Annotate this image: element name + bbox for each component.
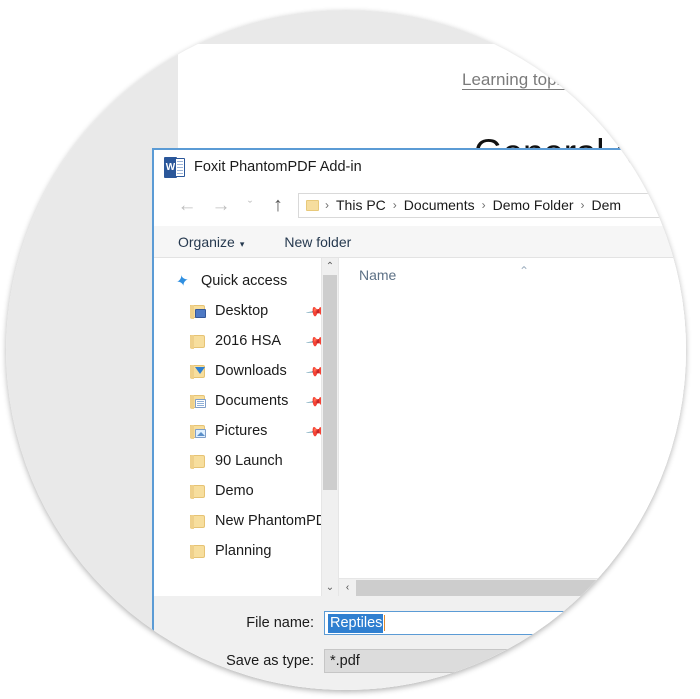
folder-icon	[190, 334, 207, 349]
sidebar-item-label: Downloads	[215, 363, 287, 379]
word-icon: W	[164, 156, 185, 178]
breadcrumb-demo-folder[interactable]: Demo Folder	[493, 197, 574, 213]
documents-icon	[190, 394, 207, 409]
sidebar-item-label: Demo	[215, 483, 254, 499]
sidebar-item-label: New PhantomPD	[215, 513, 327, 529]
forward-arrow-icon[interactable]: →	[204, 196, 238, 215]
save-as-type-label: Save as type:	[226, 653, 314, 669]
scroll-left-icon[interactable]: ‹	[339, 582, 356, 593]
column-header-row: Name ⌃	[339, 258, 686, 292]
scrollbar-thumb[interactable]	[356, 579, 686, 596]
sidebar-item-downloads[interactable]: Downloads 📌	[154, 356, 338, 386]
folder-icon	[190, 454, 207, 469]
sidebar-item-desktop[interactable]: Desktop 📌	[154, 296, 338, 326]
file-name-row: File name: Reptiles	[154, 610, 686, 636]
sidebar-item-label: Planning	[215, 543, 272, 559]
scroll-up-icon[interactable]: ⌃	[322, 258, 338, 275]
save-as-dialog: W Foxit PhantomPDF Add-in ← → ˇ ↑ › This…	[152, 148, 686, 690]
back-arrow-icon[interactable]: ←	[170, 196, 204, 215]
star-icon: ✦	[174, 271, 191, 291]
dialog-footer: File name: Reptiles Save as type: *.pdf	[154, 596, 686, 690]
file-name-input[interactable]: Reptiles	[324, 611, 654, 635]
sidebar-item-label: Pictures	[215, 423, 268, 439]
sidebar-item-label: 90 Launch	[215, 453, 283, 469]
folder-icon	[190, 514, 207, 529]
sidebar-item-pictures[interactable]: Pictures 📌	[154, 416, 338, 446]
file-name-value: Reptiles	[328, 613, 384, 633]
nav-pane-scrollbar[interactable]: ⌃ ⌄	[321, 258, 338, 596]
sidebar-item-90-launch[interactable]: 90 Launch	[154, 446, 338, 476]
sidebar-item-new-phantompdf[interactable]: New PhantomPD	[154, 506, 338, 536]
save-as-type-row: Save as type: *.pdf	[154, 648, 686, 674]
folder-icon	[190, 544, 207, 559]
dialog-toolbar: Organize ▾ New folder	[154, 226, 686, 258]
breadcrumb-separator: ›	[481, 198, 486, 212]
scroll-down-icon[interactable]: ⌄	[322, 579, 338, 596]
dialog-title-bar: W Foxit PhantomPDF Add-in	[154, 150, 686, 184]
sidebar-item-planning[interactable]: Planning	[154, 536, 338, 566]
downloads-icon	[190, 364, 207, 379]
desktop-icon	[190, 304, 207, 319]
breadcrumb-separator: ›	[392, 198, 397, 212]
sidebar-item-label: Documents	[215, 393, 289, 409]
file-list-horizontal-scrollbar[interactable]: ‹	[339, 578, 686, 596]
up-arrow-icon[interactable]: ↑	[262, 195, 294, 215]
sidebar-item-2016-hsa[interactable]: 2016 HSA 📌	[154, 326, 338, 356]
dialog-title-text: Foxit PhantomPDF Add-in	[194, 159, 362, 175]
breadcrumb-separator: ›	[325, 198, 329, 212]
breadcrumb-current[interactable]: Dem	[592, 197, 622, 213]
folder-icon	[306, 199, 319, 211]
sort-ascending-icon: ⌃	[519, 264, 530, 278]
circular-viewport: Learning topic: Provide a General charac…	[6, 10, 686, 690]
dialog-body: ✦ Quick access Desktop 📌 2016 HSA 📌 Down…	[154, 258, 686, 596]
sidebar-item-quick-access[interactable]: ✦ Quick access	[154, 266, 338, 296]
folder-icon	[190, 484, 207, 499]
organize-button[interactable]: Organize ▾	[178, 234, 244, 250]
sidebar-item-label: Quick access	[201, 273, 288, 289]
chevron-down-icon[interactable]: ˇ	[238, 199, 262, 212]
sidebar-item-label: 2016 HSA	[215, 333, 282, 349]
breadcrumb-separator: ›	[580, 198, 585, 212]
sidebar-item-label: Desktop	[215, 303, 269, 319]
sidebar-item-demo[interactable]: Demo	[154, 476, 338, 506]
address-bar[interactable]: › This PC › Documents › Demo Folder › De…	[298, 192, 686, 218]
breadcrumb-documents[interactable]: Documents	[404, 197, 475, 213]
new-folder-button[interactable]: New folder	[284, 234, 351, 250]
scrollbar-thumb[interactable]	[323, 275, 337, 490]
file-list-pane[interactable]: Name ⌃ ‹	[338, 258, 686, 596]
text-cursor	[384, 615, 386, 631]
organize-label: Organize	[178, 233, 235, 250]
screenshot-root: Learning topic: Provide a General charac…	[0, 0, 700, 699]
document-header-text: Learning topic: Provide a	[462, 70, 651, 89]
navigation-bar: ← → ˇ ↑ › This PC › Documents › Demo Fol…	[154, 184, 686, 226]
save-as-type-select[interactable]: *.pdf	[324, 649, 654, 673]
column-header-name[interactable]: Name	[359, 267, 396, 283]
breadcrumb-this-pc[interactable]: This PC	[336, 197, 386, 213]
navigation-pane: ✦ Quick access Desktop 📌 2016 HSA 📌 Down…	[154, 258, 338, 596]
caret-down-icon: ▾	[239, 238, 245, 249]
file-name-label: File name:	[246, 615, 314, 631]
pictures-icon	[190, 424, 207, 439]
sidebar-item-documents[interactable]: Documents 📌	[154, 386, 338, 416]
